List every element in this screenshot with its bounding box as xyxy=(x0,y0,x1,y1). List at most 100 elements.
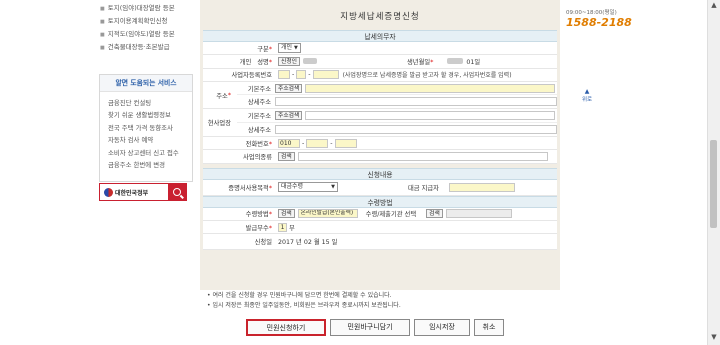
base-address-input[interactable] xyxy=(305,83,556,93)
phone-part3-input[interactable] xyxy=(334,138,357,148)
note-temp-save: • 임시 저장은 최종안 일주일동안, 비회원은 브라우저 종료시까지 보관됩니… xyxy=(207,302,401,309)
biz-type-search-button[interactable]: 검색 xyxy=(278,152,295,162)
quick-link[interactable]: 토지이용계획확인신청 xyxy=(100,15,195,28)
phone-label: 전화번호 xyxy=(245,140,269,148)
birth-day: 01일 xyxy=(466,58,481,66)
biz-type-label: 사업의종류 xyxy=(243,154,272,162)
form-actions: 민원신청하기 민원바구니담기 임시저장 취소 xyxy=(246,319,504,336)
biz-detail-address-label: 상세주소 xyxy=(247,126,271,134)
receive-method-input[interactable]: 온라인발급(본인출력) xyxy=(297,209,358,219)
address-search-button[interactable]: 주소검색 xyxy=(275,83,303,93)
section-taxpayer: 납세의무자 xyxy=(203,30,557,42)
scroll-top-link[interactable]: ▲ 위로 xyxy=(582,88,592,103)
agency-label: 수령/제출기관 선택 xyxy=(365,211,417,219)
row-receive: 수령방법* 검색 온라인발급(본인출력) 수령/제출기관 선택 검색 xyxy=(203,207,557,221)
temp-save-button[interactable]: 임시저장 xyxy=(414,319,470,336)
chevron-down-icon: ▼ xyxy=(331,184,335,191)
section-receive: 수령방법 xyxy=(203,195,557,208)
scrollbar-thumb[interactable] xyxy=(710,140,717,228)
base-address-label: 기본주소 xyxy=(247,85,271,93)
page: 토지(임야)대장열람 등본 토지이용계획확인신청 지적도(임야도)열람 등본 건… xyxy=(0,0,720,345)
service-link[interactable]: 금융주소 한번에 변경 xyxy=(100,159,192,171)
form-notes: • 여러 건을 신청할 경우 민원바구니에 담으면 한번에 결제할 수 있습니다… xyxy=(203,291,557,311)
biz-base-address-input[interactable] xyxy=(305,111,556,121)
gov-search-label: 대한민국정부 xyxy=(115,189,149,197)
bizno-label: 사업자등록번호 xyxy=(231,72,272,80)
biz-detail-address-input[interactable] xyxy=(275,124,557,134)
left-quick-links: 토지(임야)대장열람 등본 토지이용계획확인신청 지적도(임야도)열람 등본 건… xyxy=(100,2,195,54)
service-link[interactable]: 찾기 쉬운 생활법령정보 xyxy=(100,109,192,121)
payer-label: 대금 지급자 xyxy=(408,184,439,192)
tax-certificate-form: 지방세납세증명신청 납세의무자 구분* 개인 ▼ 개인 성명* 신청인 생년월일*… xyxy=(203,4,557,251)
address-label: 주소 xyxy=(216,92,228,100)
birth-label: 생년월일 xyxy=(407,58,431,66)
quick-link[interactable]: 토지(임야)대장열람 등본 xyxy=(100,2,195,15)
row-purpose: 증명서사용목적* 대금수령 ▼ 대금 지급자 xyxy=(203,179,557,196)
agency-search-button[interactable]: 검색 xyxy=(426,209,443,219)
row-biz-place: 현사업장 기본주소 주소검색 상세주소 xyxy=(203,109,557,138)
copies-label: 발급부수 xyxy=(245,224,269,232)
quick-link[interactable]: 지적도(임야도)열람 등본 xyxy=(100,28,195,41)
service-link[interactable]: 금융진단 컨설팅 xyxy=(100,97,192,109)
row-bizno: 사업자등록번호 - - (사업장명으로 납세증명을 발급 받고자 할 경우, 사… xyxy=(203,68,557,82)
row-copies: 발급부수* 1 부 xyxy=(203,220,557,235)
biz-base-address-label: 기본주소 xyxy=(247,113,271,121)
row-phone: 전화번호* 010 - - xyxy=(203,137,557,151)
name-value-masked xyxy=(303,58,317,65)
receive-search-button[interactable]: 검색 xyxy=(278,209,295,219)
purpose-select[interactable]: 대금수령 ▼ xyxy=(278,182,338,193)
apply-button[interactable]: 민원신청하기 xyxy=(246,319,326,336)
biz-address-search-button[interactable]: 주소검색 xyxy=(275,111,303,121)
bizno-note: (사업장명으로 납세증명을 발급 받고자 할 경우, 사업자번호를 입력) xyxy=(342,72,512,80)
bizno-part3-input[interactable] xyxy=(312,70,339,80)
receive-label: 수령방법 xyxy=(245,211,269,219)
copies-input[interactable]: 1 xyxy=(278,222,287,232)
gov-search-box[interactable]: 대한민국정부 xyxy=(99,183,187,201)
bizno-part1-input[interactable] xyxy=(278,70,290,80)
quick-link[interactable]: 건축물대장등·초본발급 xyxy=(100,41,195,54)
purpose-label: 증명서사용목적 xyxy=(228,184,269,192)
detail-address-label: 상세주소 xyxy=(247,99,271,107)
arrow-up-icon: ▲ xyxy=(584,88,590,95)
gubun-select[interactable]: 개인 ▼ xyxy=(278,43,301,54)
agency-input xyxy=(445,209,512,219)
payer-input[interactable] xyxy=(448,182,515,192)
service-link[interactable]: 소비자 상고센터 신고 접수 xyxy=(100,147,192,159)
apply-date-label: 신청일 xyxy=(254,239,272,247)
service-link[interactable]: 자동차 검사 예약 xyxy=(100,134,192,146)
biz-place-label: 현사업장 xyxy=(207,120,231,128)
apply-date-value: 2017 년 02 월 15 일 xyxy=(278,239,338,247)
scroll-up-icon[interactable]: ▲ xyxy=(709,1,719,9)
personal-label: 개인 xyxy=(239,58,252,66)
service-link[interactable]: 전국 주택 가격 동향조사 xyxy=(100,122,192,134)
phone-part2-input[interactable] xyxy=(306,138,329,148)
detail-address-input[interactable] xyxy=(275,97,557,107)
useful-services-box: 알면 도움되는 서비스 금융진단 컨설팅 찾기 쉬운 생활법령정보 전국 주택 … xyxy=(99,74,193,182)
row-biz-type: 사업의종류 검색 xyxy=(203,150,557,164)
biz-type-input[interactable] xyxy=(297,152,548,162)
row-address: 주소 * 기본주소 주소검색 상세주소 xyxy=(203,81,557,110)
row-apply-date: 신청일 2017 년 02 월 15 일 xyxy=(203,234,557,251)
copies-unit: 부 xyxy=(289,224,295,232)
note-basket: • 여러 건을 신청할 경우 민원바구니에 담으면 한번에 결제할 수 있습니다… xyxy=(207,292,392,299)
add-to-basket-button[interactable]: 민원바구니담기 xyxy=(330,319,410,336)
gubun-label: 구분 xyxy=(257,45,269,53)
row-gubun: 구분* 개인 ▼ xyxy=(203,42,557,56)
phone-part1-input[interactable]: 010 xyxy=(278,138,300,148)
help-hours: 09:00~18:00(평일) xyxy=(566,10,617,16)
useful-services-title: 알면 도움되는 서비스 xyxy=(100,75,192,92)
section-apply: 신청내용 xyxy=(203,167,557,180)
chevron-down-icon: ▼ xyxy=(294,45,298,52)
name-label: 성명 xyxy=(257,58,269,66)
bizno-part2-input[interactable] xyxy=(296,70,307,80)
search-icon xyxy=(173,188,181,196)
row-name: 개인 성명* 신청인 생년월일* 01일 xyxy=(203,55,557,69)
applicant-auth-button[interactable]: 신청인 xyxy=(278,56,300,66)
gov-search-button[interactable] xyxy=(168,183,186,201)
help-phone: 1588-2188 xyxy=(566,16,632,29)
scroll-down-icon[interactable]: ▼ xyxy=(709,333,719,341)
cancel-button[interactable]: 취소 xyxy=(474,319,504,336)
birth-value-masked xyxy=(447,58,464,65)
gov-emblem-icon xyxy=(104,187,113,197)
form-title: 지방세납세증명신청 xyxy=(340,12,420,22)
